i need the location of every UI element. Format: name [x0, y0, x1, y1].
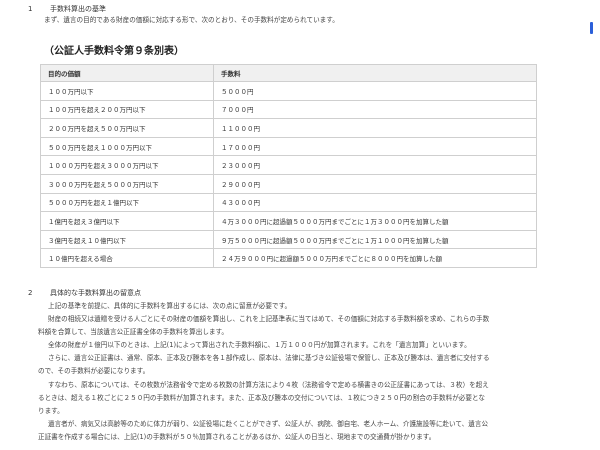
section-2-line: るときは、超える１枚ごとに２５０円の手数料が加算されます。また、正本及び謄本の交…: [38, 394, 485, 402]
section-1-title: 手数料算出の基準: [50, 5, 106, 13]
header-fee: 手数料: [213, 64, 537, 82]
table-title: （公証人手数料令第９条別表）: [44, 46, 184, 57]
fee-cell: ２４万９０００円に超過額５０００万円までごとに８０００円を加算した額: [213, 248, 537, 268]
fee-cell: ４万３０００円に超過額５０００万円までごとに１万３０００円を加算した額: [213, 211, 537, 231]
section-2-heading: 2 具体的な手数料算出の留意点: [28, 288, 141, 298]
target-value-cell: １００万円以下: [40, 81, 214, 101]
target-value-cell: １０００万円を超え３０００万円以下: [40, 155, 214, 175]
section-1-number: 1: [28, 5, 33, 13]
header-target-value: 目的の価額: [40, 64, 214, 82]
target-value-cell: ５０００万円を超え１億円以下: [40, 192, 214, 213]
fee-cell: ９万５０００円に超過額５０００万円までごとに１万１０００円を加算した額: [213, 229, 537, 250]
table-row: １００万円を超え２００万円以下 ７０００円: [40, 99, 537, 120]
section-2-line: すなわち、原本については、その枚数が法務省令で定める枚数の計算方法により４枚（法…: [48, 381, 489, 389]
section-2-line: 遺言者が、病気又は高齢等のために体力が弱り、公証役場に赴くことができず、公証人が…: [48, 420, 489, 428]
target-value-cell: １００万円を超え２００万円以下: [40, 99, 214, 120]
document-page: 1 手数料算出の基準 まず、遺言の目的である財産の価額に対応する形で、次のとおり、…: [0, 0, 600, 450]
section-2-line: 正証書を作成する場合には、上記(1)の手数料が５０％加算されることがあるほか、公…: [38, 433, 436, 441]
target-value-cell: ３億円を超え１０億円以下: [40, 229, 214, 250]
fee-cell: ２９０００円: [213, 173, 537, 194]
section-2-number: 2: [28, 289, 33, 297]
target-value-cell: １億円を超え３億円以下: [40, 211, 214, 231]
fee-cell: １１０００円: [213, 118, 537, 138]
table-row: ３０００万円を超え５０００万円以下 ２９０００円: [40, 173, 537, 194]
fee-cell: ２３０００円: [213, 155, 537, 175]
table-row: ５０００万円を超え１億円以下 ４３０００円: [40, 192, 537, 213]
target-value-cell: ２００万円を超え５００万円以下: [40, 118, 214, 138]
fee-table-header-row: 目的の価額 手数料: [40, 64, 537, 82]
fee-cell: ７０００円: [213, 99, 537, 120]
target-value-cell: ３０００万円を超え５０００万円以下: [40, 173, 214, 194]
section-2-line: 上記の基準を前提に、具体的に手数料を算出するには、次の点に留意が必要です。: [48, 302, 292, 310]
fee-cell: ４３０００円: [213, 192, 537, 213]
section-2-line: 全体の財産が１億円以下のときは、上記(1)によって算出された手数料額に、１万１０…: [48, 341, 471, 349]
table-row: ５００万円を超え１０００万円以下 １７０００円: [40, 136, 537, 157]
table-row: ３億円を超え１０億円以下 ９万５０００円に超過額５０００万円までごとに１万１０００…: [40, 229, 537, 250]
section-2-line: ります。: [38, 407, 64, 415]
section-2-line: さらに、遺言公正証書は、通常、原本、正本及び謄本を各１部作成し、原本は、法律に基…: [48, 354, 490, 362]
target-value-cell: １０億円を超える場合: [40, 248, 214, 268]
table-row: １００万円以下 ５０００円: [40, 81, 537, 101]
table-row: １億円を超え３億円以下 ４万３０００円に超過額５０００万円までごとに１万３０００円…: [40, 211, 537, 231]
target-value-cell: ５００万円を超え１０００万円以下: [40, 136, 214, 157]
table-row: １０億円を超える場合 ２４万９０００円に超過額５０００万円までごとに８０００円を加…: [40, 248, 537, 268]
table-row: ２００万円を超え５００万円以下 １１０００円: [40, 118, 537, 138]
section-2-title: 具体的な手数料算出の留意点: [50, 289, 141, 297]
fee-cell: １７０００円: [213, 136, 537, 157]
section-1-heading: 1 手数料算出の基準: [28, 4, 106, 14]
table-row: １０００万円を超え３０００万円以下 ２３０００円: [40, 155, 537, 175]
scroll-indicator[interactable]: [590, 22, 593, 34]
section-2-line: 料額を合算して、当該遺言公正証書全体の手数料を算出します。: [38, 328, 229, 336]
section-2-line: 財産の相続又は遺贈を受ける人ごとにその財産の価額を算出し、これを上記基準表に当て…: [48, 315, 490, 323]
section-2-line: ので、その手数料が必要になります。: [38, 367, 150, 375]
fee-table: 目的の価額 手数料 １００万円以下 ５０００円 １００万円を超え２００万円以下 ７００…: [40, 64, 537, 268]
fee-cell: ５０００円: [213, 81, 537, 101]
section-1-intro: まず、遺言の目的である財産の価額に対応する形で、次のとおり、その手数料が定められ…: [44, 16, 339, 24]
